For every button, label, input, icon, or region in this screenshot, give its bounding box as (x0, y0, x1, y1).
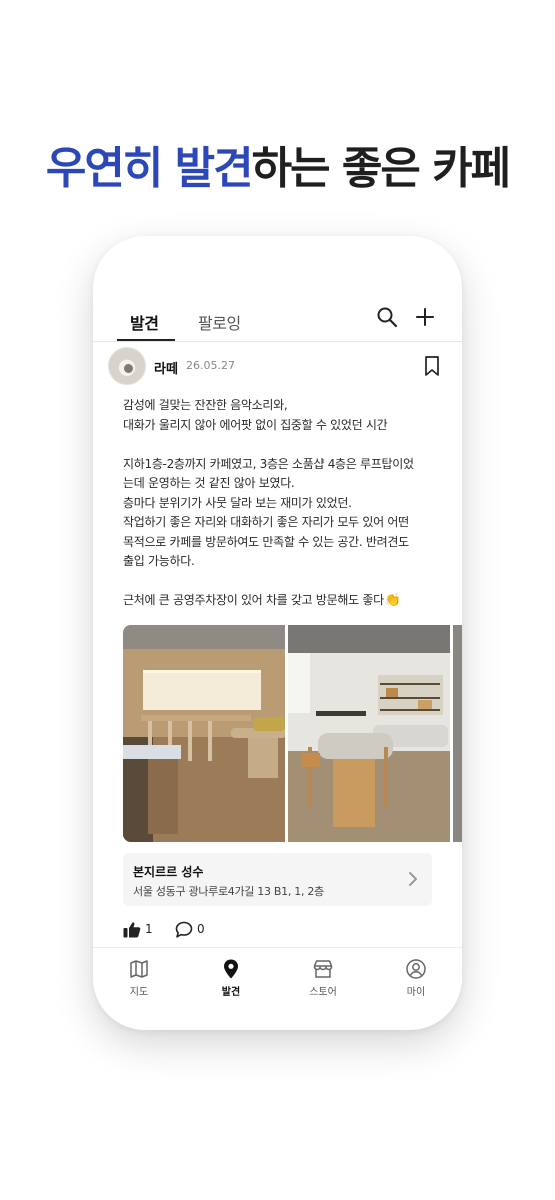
post-username[interactable]: 라떼 (154, 358, 178, 377)
headline-accent: 우연히 발견 (45, 143, 254, 194)
store-icon (313, 960, 333, 978)
nav-item-discover[interactable]: 발견 (185, 958, 277, 998)
chevron-right-icon (409, 872, 417, 886)
top-tabs: 발견 팔로잉 (93, 302, 462, 342)
clapping-hands-icon: 👏 (384, 593, 401, 608)
post-line: 감성에 걸맞는 잔잔한 음악소리와, (123, 398, 288, 412)
post-body: 감성에 걸맞는 잔잔한 음악소리와, 대화가 울리지 않아 에어팟 없이 집중할… (123, 396, 453, 611)
nav-item-my[interactable]: 마이 (370, 958, 462, 998)
tab-following[interactable]: 팔로잉 (198, 310, 241, 334)
post-date: 26.05.27 (186, 359, 235, 372)
headline: 우연히 발견하는 좋은 카페 (0, 132, 555, 196)
user-icon (406, 959, 426, 979)
photo-carousel[interactable] (123, 625, 462, 842)
post-line: 근처에 큰 공영주차장이 있어 차를 갖고 방문해도 좋다 (123, 593, 384, 607)
location-pin-icon (224, 959, 238, 979)
post-line-last: 근처에 큰 공영주차장이 있어 차를 갖고 방문해도 좋다👏 (123, 591, 453, 611)
post-line: 는데 운영하는 것 같진 않아 보였다. (123, 476, 295, 490)
cafe-photo[interactable] (123, 625, 285, 842)
cafe-photo[interactable] (288, 625, 450, 842)
place-address: 서울 성동구 광나루로4가길 13 B1, 1, 2층 (133, 885, 324, 898)
post-line: 목적으로 카페를 방문하여도 만족할 수 있는 공간. 반려견도 (123, 534, 409, 549)
like-button[interactable]: 1 (123, 919, 153, 939)
place-card[interactable]: 본지르르 성수 서울 성동구 광나루로4가길 13 B1, 1, 2층 (123, 853, 432, 906)
search-icon[interactable] (376, 306, 398, 328)
comment-icon (175, 921, 193, 938)
comment-button[interactable]: 0 (175, 919, 205, 939)
tab-discover[interactable]: 발견 (130, 310, 159, 334)
post-line: 층마다 분위기가 사뭇 달라 보는 재미가 있었던. (123, 495, 352, 510)
post-line: 출입 가능하다. (123, 554, 195, 568)
headline-rest: 하는 좋은 카페 (251, 143, 512, 194)
post-line: 작업하기 좋은 자리와 대화하기 좋은 자리가 모두 있어 어떤 (123, 515, 409, 529)
thumbs-up-icon (123, 921, 141, 937)
map-icon (130, 960, 148, 978)
like-count: 1 (145, 922, 153, 936)
nav-item-store[interactable]: 스토어 (277, 958, 369, 998)
nav-label: 스토어 (309, 987, 337, 998)
bottom-nav: 지도 발견 스토어 마이 (93, 948, 462, 1008)
cafe-photo[interactable] (453, 625, 462, 842)
post-line: 지하1층-2층까지 카페였고, 3층은 소품샵 4층은 루프탑이었 (123, 456, 414, 471)
bookmark-icon[interactable] (423, 355, 441, 377)
avatar[interactable] (108, 347, 146, 385)
nav-item-map[interactable]: 지도 (93, 958, 185, 998)
nav-label: 마이 (406, 987, 426, 998)
nav-label: 발견 (221, 987, 241, 998)
nav-label: 지도 (129, 987, 149, 998)
plus-icon[interactable] (414, 306, 436, 328)
comment-count: 0 (197, 922, 205, 936)
place-name: 본지르르 성수 (133, 865, 204, 879)
tabs-divider (93, 341, 462, 342)
phone-frame: 발견 팔로잉 라떼 26.05.27 감성에 걸맞는 잔잔한 음악소리와, 대화… (93, 236, 462, 1030)
post-line: 대화가 울리지 않아 에어팟 없이 집중할 수 있었던 시간 (123, 417, 388, 432)
